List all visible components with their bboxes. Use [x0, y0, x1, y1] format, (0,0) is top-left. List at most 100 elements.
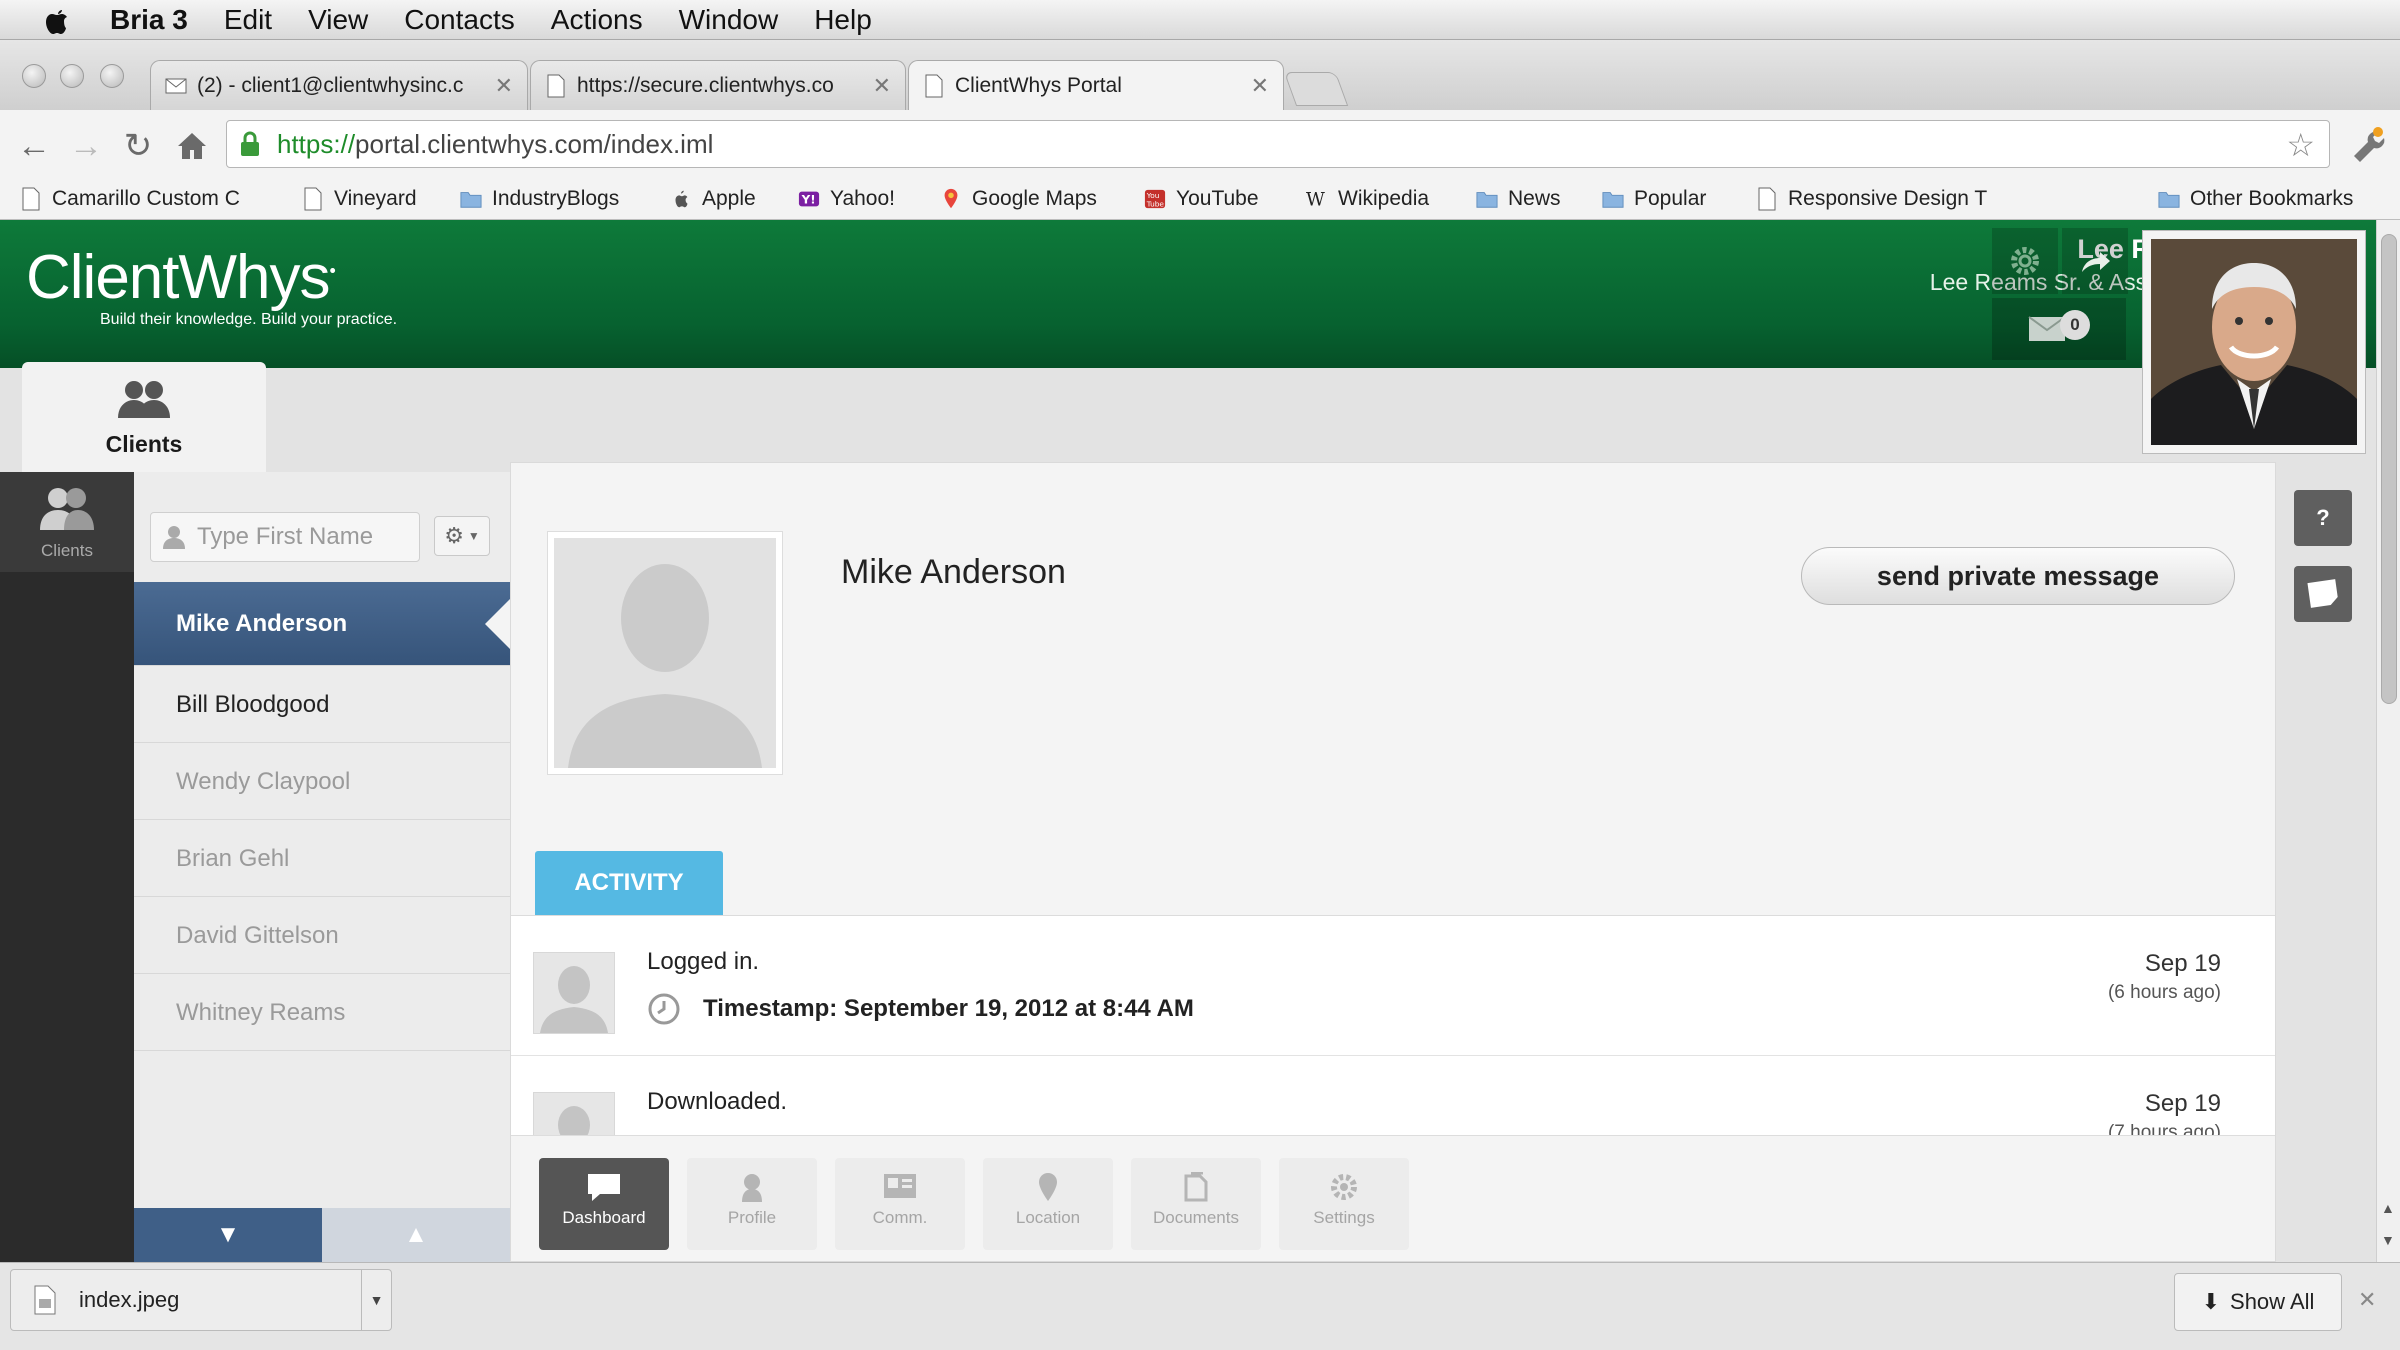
mac-menu-bar: Bria 3 Edit View Contacts Actions Window…	[0, 0, 2400, 40]
home-icon[interactable]	[172, 126, 212, 166]
menu-actions[interactable]: Actions	[551, 4, 643, 36]
scrollbar-thumb[interactable]	[2381, 234, 2397, 704]
notes-button[interactable]	[2294, 566, 2352, 622]
browser-tab-mail[interactable]: (2) - client1@clientwhysinc.c ✕	[150, 60, 528, 110]
download-menu-chevron-icon[interactable]: ▼	[361, 1270, 391, 1330]
show-all-downloads-button[interactable]: ⬇ Show All	[2174, 1273, 2342, 1331]
app-settings-button[interactable]: Settings	[1279, 1158, 1409, 1250]
activity-item: Downloaded. Sep 19 (7 hours ago)	[511, 1056, 2275, 1135]
mail-icon	[165, 78, 187, 93]
apple-icon	[675, 190, 688, 208]
client-list-item[interactable]: Wendy Claypool	[134, 743, 510, 820]
app-button-label: Settings	[1313, 1208, 1375, 1227]
forward-arrow-icon[interactable]: →	[66, 126, 106, 166]
tab-close-icon[interactable]: ✕	[1251, 73, 1269, 99]
settings-gear-button[interactable]	[1992, 228, 2058, 294]
logo-wordmark: ClientWhys	[26, 243, 331, 312]
location-icon	[1039, 1173, 1057, 1201]
bookmark-item[interactable]: Responsive Design T	[1756, 187, 1987, 211]
comm-icon	[884, 1174, 916, 1198]
bookmark-label: Vineyard	[334, 187, 417, 210]
help-button[interactable]: ?	[2294, 490, 2352, 546]
browser-tab-secure[interactable]: https://secure.clientwhys.co ✕	[530, 60, 906, 110]
bookmark-item[interactable]: Y! Yahoo!	[798, 187, 895, 211]
bookmark-item[interactable]: News	[1476, 187, 1561, 211]
nav-item-label: Clients	[41, 541, 93, 560]
bookmark-item[interactable]: You Tube YouTube	[1144, 187, 1259, 211]
tab-title: https://secure.clientwhys.co	[577, 73, 834, 97]
people-icon	[40, 488, 94, 530]
app-profile-button[interactable]: Profile	[687, 1158, 817, 1250]
browser-tab-portal[interactable]: ClientWhys Portal ✕	[908, 60, 1284, 111]
download-item[interactable]: index.jpeg ▼	[10, 1269, 392, 1331]
apple-menu-icon[interactable]	[36, 5, 76, 35]
wrench-icon[interactable]	[2346, 124, 2386, 164]
page-scrollbar[interactable]: ▲ ▼	[2376, 220, 2400, 1262]
menu-app-name[interactable]: Bria 3	[110, 4, 188, 36]
person-icon	[163, 526, 185, 549]
bookmark-star-icon[interactable]: ☆	[2286, 129, 2315, 161]
client-list-item[interactable]: David Gittelson	[134, 897, 510, 974]
scroll-up-button[interactable]: ▲	[322, 1208, 510, 1262]
share-button[interactable]	[2062, 228, 2128, 294]
documents-icon	[1184, 1172, 1208, 1202]
app-comm-button[interactable]: Comm.	[835, 1158, 965, 1250]
portal-header: ClientWhys• Build their knowledge. Build…	[0, 220, 2376, 368]
client-list-item[interactable]: Brian Gehl	[134, 820, 510, 897]
svg-text:W: W	[1306, 189, 1325, 210]
menu-view[interactable]: View	[308, 4, 368, 36]
menu-window[interactable]: Window	[679, 4, 779, 36]
clients-module-tab[interactable]: Clients	[22, 362, 266, 472]
bookmark-label: Apple	[702, 187, 756, 210]
new-tab-button[interactable]	[1283, 72, 1349, 106]
download-arrow-icon: ⬇	[2201, 1289, 2221, 1314]
tab-activity[interactable]: ACTIVITY	[535, 851, 723, 927]
client-photo-placeholder[interactable]	[547, 531, 783, 775]
back-arrow-icon[interactable]: ←	[14, 126, 54, 166]
bookmark-item[interactable]: Vineyard	[302, 187, 417, 211]
messages-button[interactable]: 0	[1992, 298, 2126, 360]
url-scheme: https://	[277, 128, 356, 159]
client-list-item[interactable]: Whitney Reams	[134, 974, 510, 1051]
other-bookmarks[interactable]: Other Bookmarks	[2158, 187, 2353, 211]
bookmark-item[interactable]: Popular	[1602, 187, 1706, 211]
list-options-button[interactable]: ⚙ ▼	[434, 516, 490, 556]
activity-date-text: Sep 19	[2144, 1090, 2221, 1117]
activity-timestamp: Timestamp: September 19, 2012 at 8:44 AM	[647, 992, 1194, 1026]
bookmark-item[interactable]: Google Maps	[940, 187, 1097, 211]
address-bar[interactable]: https://portal.clientwhys.com/index.iml …	[226, 120, 2330, 168]
app-documents-button[interactable]: Documents	[1131, 1158, 1261, 1250]
share-arrow-icon	[2082, 252, 2110, 272]
window-minimize-button[interactable]	[60, 64, 84, 88]
bookmark-item[interactable]: Camarillo Custom C	[20, 187, 240, 211]
bookmark-item[interactable]: Apple	[670, 187, 756, 211]
left-navigation: Clients	[0, 472, 134, 1262]
user-avatar[interactable]	[2142, 230, 2366, 454]
scroll-up-arrow-icon[interactable]: ▲	[2381, 1200, 2395, 1216]
scroll-down-arrow-icon[interactable]: ▼	[2381, 1232, 2395, 1248]
bookmark-item[interactable]: W Wikipedia	[1306, 187, 1429, 211]
app-location-button[interactable]: Location	[983, 1158, 1113, 1250]
bookmark-label: Google Maps	[972, 187, 1097, 210]
client-list-item[interactable]: Mike Anderson	[134, 582, 511, 666]
bookmark-item[interactable]: IndustryBlogs	[460, 187, 619, 211]
nav-item-clients[interactable]: Clients	[0, 472, 134, 572]
close-downloads-icon[interactable]: ✕	[2358, 1287, 2376, 1313]
app-dashboard-button[interactable]: Dashboard	[539, 1158, 669, 1250]
scroll-down-button[interactable]: ▼	[134, 1208, 322, 1262]
client-detail-panel: Mike Anderson send private message ACTIV…	[510, 462, 2276, 1262]
client-list-item[interactable]: Bill Bloodgood	[134, 666, 510, 743]
activity-avatar	[533, 1092, 615, 1135]
send-private-message-button[interactable]: send private message	[1801, 547, 2235, 605]
clientwhys-logo[interactable]: ClientWhys• Build their knowledge. Build…	[26, 242, 397, 329]
client-search-input[interactable]	[197, 523, 407, 551]
menu-help[interactable]: Help	[814, 4, 872, 36]
tab-close-icon[interactable]: ✕	[873, 73, 891, 99]
tab-close-icon[interactable]: ✕	[495, 73, 513, 99]
menu-edit[interactable]: Edit	[224, 4, 272, 36]
menu-contacts[interactable]: Contacts	[404, 4, 515, 36]
window-zoom-button[interactable]	[100, 64, 124, 88]
reload-icon[interactable]: ↻	[118, 126, 158, 166]
window-close-button[interactable]	[22, 64, 46, 88]
activity-title: Logged in.	[647, 948, 760, 975]
